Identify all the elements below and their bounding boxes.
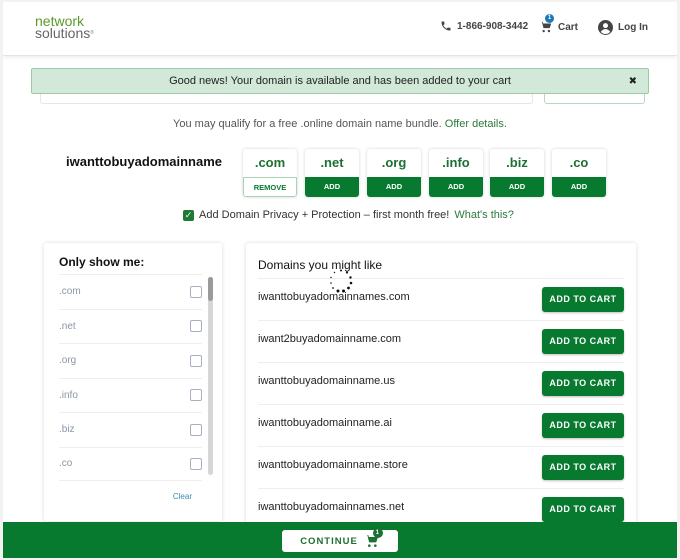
filter-label: .info — [59, 389, 78, 401]
success-alert: Good news! Your domain is available and … — [31, 68, 649, 94]
phone-icon — [441, 21, 451, 31]
cart-label: Cart — [558, 21, 579, 33]
tld-name: .com — [254, 155, 286, 170]
cart-icon: 1 — [364, 528, 383, 549]
tld-name: .biz — [506, 155, 528, 170]
logo-line2-text: solutions — [35, 25, 91, 41]
add-to-cart-button[interactable]: ADD TO CART — [542, 455, 624, 480]
login-link[interactable]: Log In — [598, 20, 648, 35]
suggestion-row: iwanttobuyadomainname.store ADD TO CART — [258, 446, 624, 488]
continue-bar: CONTINUE 1 — [3, 522, 677, 558]
cart-link[interactable]: 1 Cart — [539, 14, 579, 34]
offer-suffix: . — [503, 118, 507, 130]
tld-card-co: .co ADD — [552, 149, 606, 197]
add-net-button[interactable]: ADD — [305, 177, 359, 197]
clear-filter-link[interactable]: Clear — [173, 492, 192, 501]
filter-label: .co — [59, 458, 73, 470]
filter-scrollbar-thumb[interactable] — [208, 277, 213, 301]
tld-name: .info — [442, 155, 470, 170]
filter-item[interactable]: .info — [59, 377, 202, 413]
continue-label: CONTINUE — [300, 535, 358, 547]
filter-checkbox[interactable] — [190, 285, 202, 298]
cart-count-badge: 1 — [545, 14, 554, 23]
add-to-cart-button[interactable]: ADD TO CART — [542, 329, 624, 354]
privacy-checkbox[interactable]: ✓ — [183, 209, 194, 221]
registered-mark: ® — [90, 30, 94, 36]
filter-label: .net — [59, 320, 76, 332]
suggestions-list: iwanttobuyadomainnames.com ADD TO CART iw… — [258, 278, 624, 530]
filter-label: .com — [59, 286, 81, 298]
filter-checkbox[interactable] — [190, 457, 202, 470]
page: network solutions® 1-866-908-3442 1 Cart… — [3, 2, 677, 558]
filter-scrollbar[interactable] — [208, 277, 213, 475]
add-to-cart-button[interactable]: ADD TO CART — [542, 497, 624, 522]
suggestion-domain: iwanttobuyadomainname.us — [258, 374, 395, 387]
tld-card-biz: .biz ADD — [490, 149, 544, 197]
add-co-button[interactable]: ADD — [552, 177, 606, 197]
suggestion-domain: iwanttobuyadomainname.store — [258, 458, 408, 471]
searched-domain-name: iwanttobuyadomainname — [66, 154, 223, 169]
suggestions-title: Domains you might like — [258, 258, 383, 272]
tld-name: .net — [320, 155, 344, 170]
close-icon[interactable]: ✖ — [629, 69, 637, 94]
offer-details-link[interactable]: Offer details — [445, 118, 504, 130]
add-org-button[interactable]: ADD — [367, 177, 421, 197]
network-solutions-logo[interactable]: network solutions® — [35, 14, 94, 41]
suggestion-domain: iwant2buyadomainname.com — [258, 332, 402, 345]
filter-item[interactable]: .com — [59, 274, 202, 309]
tld-card-info: .info ADD — [429, 149, 483, 197]
tld-card-com: .com REMOVE — [243, 149, 297, 197]
site-header: network solutions® 1-866-908-3442 1 Cart… — [3, 2, 677, 56]
tld-card-org: .org ADD — [367, 149, 421, 197]
suggestion-domain: iwanttobuyadomainnames.net — [258, 500, 405, 513]
add-info-button[interactable]: ADD — [429, 177, 483, 197]
filter-item[interactable]: .co — [59, 446, 202, 481]
tld-name: .co — [569, 155, 589, 170]
suggestion-row: iwanttobuyadomainname.ai ADD TO CART — [258, 404, 624, 446]
cart-count-badge: 1 — [372, 528, 383, 538]
cart-icon: 1 — [539, 14, 554, 34]
filter-item[interactable]: .biz — [59, 412, 202, 447]
add-to-cart-button[interactable]: ADD TO CART — [542, 371, 624, 396]
remove-com-button[interactable]: REMOVE — [243, 177, 297, 197]
filter-label: .org — [59, 355, 77, 367]
tld-filter-panel: Only show me: .com .net .org .info .biz … — [44, 243, 222, 521]
filter-label: .biz — [59, 424, 75, 436]
offer-notice: You may qualify for a free .online domai… — [3, 118, 677, 130]
suggestion-row: iwanttobuyadomainname.us ADD TO CART — [258, 362, 624, 404]
filter-item[interactable]: .org — [59, 343, 202, 378]
loading-spinner-icon — [330, 269, 353, 293]
continue-button[interactable]: CONTINUE 1 — [282, 528, 398, 552]
suggestion-row: iwanttobuyadomainnames.com ADD TO CART — [258, 278, 624, 320]
filter-checkbox[interactable] — [190, 389, 202, 402]
add-to-cart-button[interactable]: ADD TO CART — [542, 287, 624, 312]
filter-list: .com .net .org .info .biz .co — [59, 274, 202, 481]
tld-name: .org — [381, 155, 407, 170]
filter-title: Only show me: — [59, 255, 145, 269]
tld-card-net: .net ADD — [305, 149, 359, 197]
phone-number: 1-866-908-3442 — [457, 20, 529, 32]
filter-checkbox[interactable] — [190, 320, 202, 333]
suggestion-row: iwant2buyadomainname.com ADD TO CART — [258, 320, 624, 362]
suggestions-panel: Domains you might like iwanttobuyadomain… — [246, 243, 636, 543]
add-to-cart-button[interactable]: ADD TO CART — [542, 413, 624, 438]
filter-checkbox[interactable] — [190, 423, 202, 436]
phone-link[interactable]: 1-866-908-3442 — [440, 20, 528, 32]
login-label: Log In — [618, 22, 648, 33]
privacy-option: ✓ Add Domain Privacy + Protection – firs… — [183, 209, 514, 221]
filter-checkbox[interactable] — [190, 354, 202, 367]
user-icon — [598, 20, 613, 35]
suggestion-domain: iwanttobuyadomainname.ai — [258, 416, 392, 429]
filter-item[interactable]: .net — [59, 308, 202, 344]
logo-line2: solutions® — [35, 25, 94, 41]
alert-message: Good news! Your domain is available and … — [169, 75, 511, 87]
whats-this-link[interactable]: What's this? — [454, 209, 514, 221]
add-biz-button[interactable]: ADD — [490, 177, 544, 197]
offer-text: You may qualify for a free .online domai… — [173, 118, 442, 130]
privacy-text: Add Domain Privacy + Protection – first … — [199, 209, 450, 221]
